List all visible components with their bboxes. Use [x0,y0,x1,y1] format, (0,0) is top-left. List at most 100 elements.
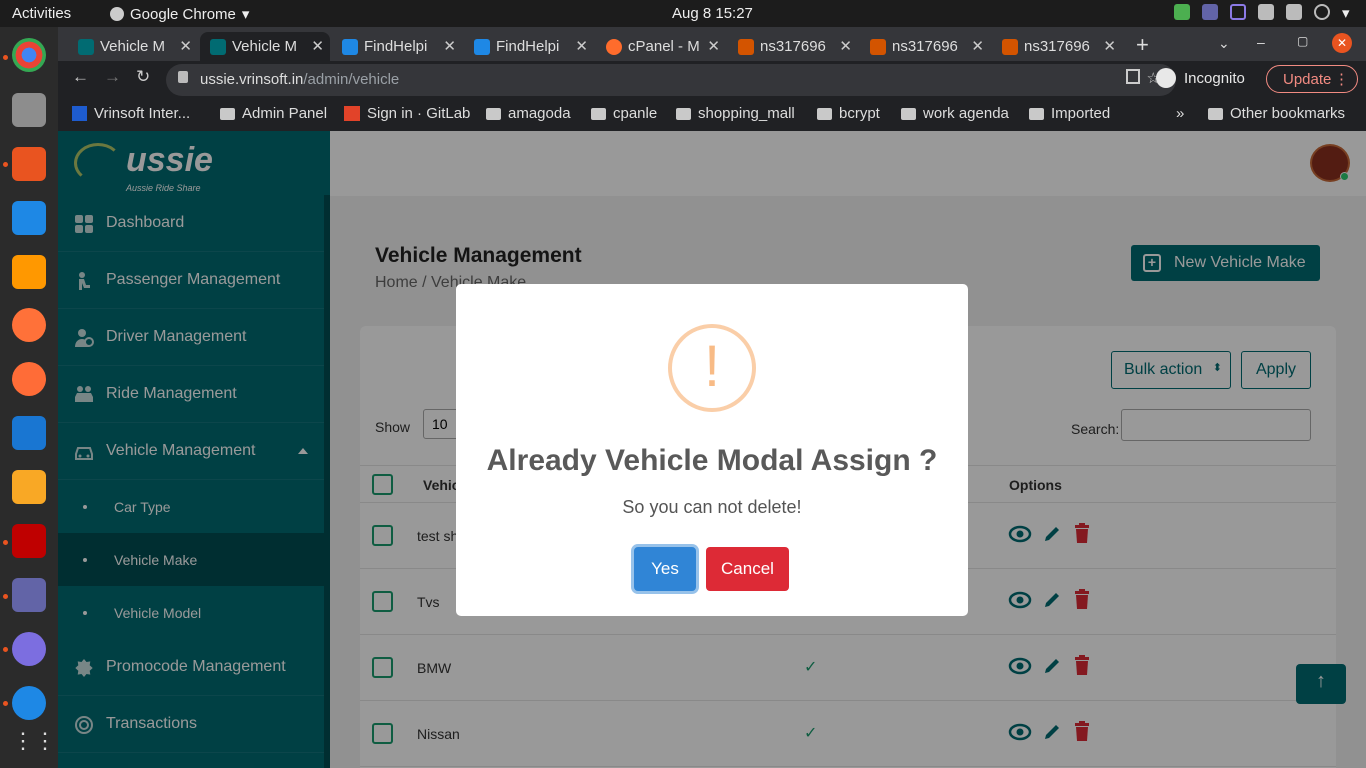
tab-active[interactable]: Vehicle M ✕ [200,32,330,61]
power-icon [1314,4,1330,20]
tab-label: FindHelpi [364,38,428,55]
tab[interactable]: ns317696 ✕ [860,32,990,61]
warning-icon: ! [668,324,756,412]
folder-icon [220,107,235,120]
bookmark-label: Imported [1051,105,1111,122]
bookmarks-overflow-button[interactable]: » [1176,105,1184,122]
reload-button[interactable]: ↻ [136,67,150,87]
filezilla-icon[interactable] [12,524,46,558]
tab-label: Vehicle M [100,38,166,55]
show-apps-icon[interactable]: ⋮⋮ [12,724,56,758]
close-icon[interactable]: ✕ [971,37,984,55]
sidepanel-icon[interactable] [1126,69,1140,84]
chevron-down-icon: ▾ [241,6,250,23]
shield-icon [1174,4,1190,20]
incognito-indicator[interactable]: Incognito [1156,68,1245,88]
sublime-text-icon[interactable] [12,255,46,289]
bookmark-item[interactable]: Imported [1029,105,1110,122]
folder-icon [591,107,606,120]
close-icon[interactable]: ✕ [839,37,852,55]
bookmarks-bar: Vrinsoft Inter... Admin Panel Sign in · … [58,98,1366,131]
software-app-icon[interactable] [12,147,46,181]
tab-label: FindHelpi [496,38,560,55]
back-button[interactable]: ← [72,67,89,87]
address-bar[interactable]: ussie.vrinsoft.in/admin/vehicle ☆ [166,64,1176,96]
close-icon[interactable]: ✕ [443,37,456,55]
yes-button[interactable]: Yes [634,547,696,591]
postman-icon[interactable] [12,362,46,396]
server-icon [1002,38,1018,55]
bookmark-item[interactable]: Admin Panel [220,105,327,122]
firefox-icon[interactable] [12,308,46,342]
dialog-message: So you can not delete! [622,497,802,517]
files-app-icon[interactable] [12,93,46,127]
url-host: ussie.vrinsoft.in [200,71,304,88]
maximize-button[interactable]: ▢ [1297,34,1308,48]
system-tray[interactable]: ▾ [1174,4,1352,22]
text-editor-icon[interactable] [12,416,46,450]
folder-icon [1029,107,1044,120]
app-name: Google Chrome [130,5,236,23]
tab[interactable]: FindHelpi ✕ [332,32,462,61]
app-menu[interactable]: Google Chrome ▾ [110,5,249,23]
update-label: Update [1283,71,1332,88]
tab[interactable]: cPanel - M ✕ [596,32,726,61]
close-icon[interactable]: ✕ [575,37,588,55]
other-bookmarks[interactable]: Other bookmarks [1208,105,1345,122]
bookmark-label: Sign in · GitLab [367,105,471,122]
site-favicon-icon [78,38,94,55]
close-icon[interactable]: ✕ [311,37,324,55]
bookmark-label: bcrypt [839,105,880,122]
timer-icon [1230,4,1246,20]
bookmark-label: Admin Panel [242,105,328,122]
bookmark-item[interactable]: work agenda [901,105,1009,122]
tab-label: Vehicle M [232,38,298,55]
close-window-button[interactable]: ✕ [1332,33,1352,53]
bookmark-item[interactable]: Sign in · GitLab [344,105,470,122]
bookmark-item[interactable]: Vrinsoft Inter... [72,105,190,122]
bookmark-label: Other bookmarks [1230,105,1346,122]
os-top-bar: Activities Google Chrome ▾ Aug 8 15:27 ▾ [0,0,1366,27]
volume-icon [1286,4,1302,20]
chrome-app-icon[interactable] [12,38,46,72]
update-button[interactable]: Update ⋮ [1266,65,1358,93]
gitlab-icon [344,106,360,121]
new-tab-button[interactable]: + [1136,32,1149,58]
site-favicon-icon [210,38,226,55]
document-viewer-icon[interactable] [12,201,46,235]
tab-search-chevron-icon[interactable]: ⌄ [1218,35,1230,52]
chevron-down-icon: ▾ [1342,5,1350,22]
running-indicator [3,701,8,706]
forward-button[interactable]: → [104,67,121,87]
bookmark-label: work agenda [923,105,1009,122]
skype-icon[interactable] [12,686,46,720]
bookmark-item[interactable]: bcrypt [817,105,880,122]
activities-button[interactable]: Activities [12,5,71,22]
tab-label: ns317696 [1024,38,1090,55]
bookmark-item[interactable]: amagoda [486,105,571,122]
site-favicon-icon [342,38,358,55]
tab[interactable]: ns317696 ✕ [992,32,1122,61]
minimize-button[interactable]: – [1257,34,1265,50]
server-icon [870,38,886,55]
bookmark-label: shopping_mall [698,105,795,122]
tab-strip: Vehicle M ✕ Vehicle M ✕ FindHelpi ✕ Find… [58,27,1366,61]
bookmark-item[interactable]: cpanle [591,105,657,122]
close-icon[interactable]: ✕ [707,37,720,55]
clock[interactable]: Aug 8 15:27 [672,5,753,22]
teams-app-icon[interactable] [12,578,46,612]
clock-app-icon[interactable] [12,632,46,666]
running-indicator [3,162,8,167]
running-indicator [3,55,8,60]
calculator-icon[interactable] [12,470,46,504]
bookmark-label: amagoda [508,105,571,122]
tab-label: ns317696 [892,38,958,55]
tab[interactable]: ns317696 ✕ [728,32,858,61]
tab[interactable]: Vehicle M ✕ [68,32,198,61]
bookmark-item[interactable]: shopping_mall [676,105,795,122]
close-icon[interactable]: ✕ [1103,37,1116,55]
tab-label: cPanel - M [628,38,700,55]
close-icon[interactable]: ✕ [179,37,192,55]
cancel-button[interactable]: Cancel [706,547,789,591]
tab[interactable]: FindHelpi ✕ [464,32,594,61]
